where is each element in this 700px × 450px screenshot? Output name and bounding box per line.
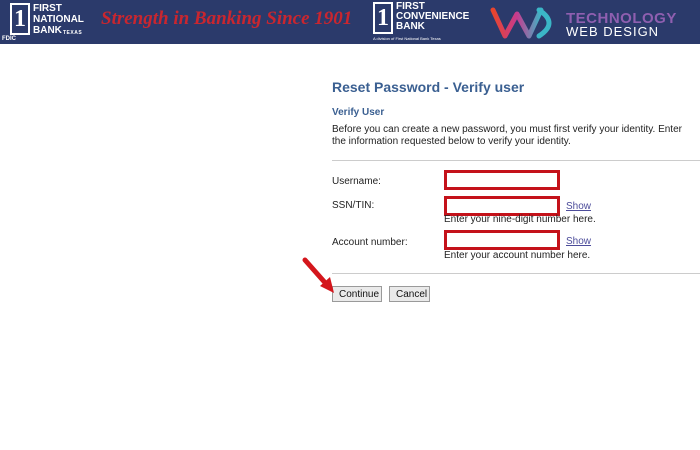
fdic-badge: FDIC — [2, 36, 16, 42]
ssn-hint: Enter your nine-digit number here. — [444, 214, 596, 225]
username-input[interactable] — [444, 170, 560, 190]
section-title: Verify User — [332, 107, 385, 118]
page-title: Reset Password - Verify user — [332, 79, 525, 95]
twd-logo-mark-icon — [490, 7, 552, 39]
cancel-button[interactable]: Cancel — [389, 286, 430, 302]
header-banner: 1 FIRST NATIONAL BANK TEXAS FDIC Strengt… — [0, 0, 700, 44]
logo-subline: A division of First National Bank Texas — [373, 36, 441, 41]
ssn-label: SSN/TIN: — [332, 200, 375, 211]
account-input[interactable] — [444, 230, 560, 250]
logo-text: FIRST CONVENIENCE BANK — [396, 1, 470, 32]
logo-text: FIRST NATIONAL BANK TEXAS — [33, 3, 84, 36]
divider-bottom — [332, 273, 700, 274]
bank-slogan: Strength in Banking Since 1901 — [101, 8, 353, 29]
username-label: Username: — [332, 176, 381, 187]
intro-text: Before you can create a new password, yo… — [332, 124, 682, 147]
ssn-show-link[interactable]: Show — [566, 201, 591, 212]
divider-top — [332, 160, 700, 161]
twd-logo-subtitle: WEB DESIGN — [566, 24, 660, 39]
first-national-bank-logo[interactable]: 1 FIRST NATIONAL BANK TEXAS — [10, 3, 90, 39]
first-convenience-bank-logo[interactable]: 1 FIRST CONVENIENCE BANK A division of F… — [373, 2, 485, 42]
account-show-link[interactable]: Show — [566, 236, 591, 247]
logo-numeral: 1 — [373, 2, 393, 34]
red-arrow-pointer-icon — [302, 257, 334, 293]
ssn-input[interactable] — [444, 196, 560, 216]
account-label: Account number: — [332, 237, 408, 248]
account-hint: Enter your account number here. — [444, 250, 591, 261]
logo-numeral: 1 — [10, 3, 30, 35]
